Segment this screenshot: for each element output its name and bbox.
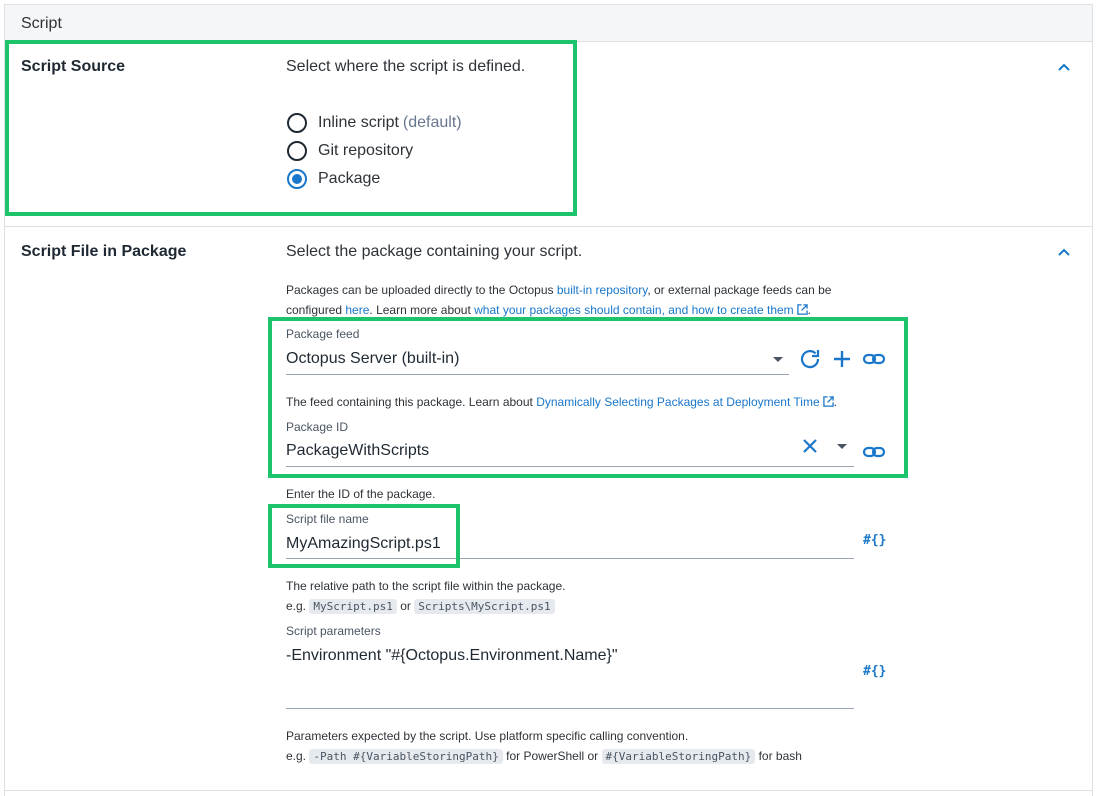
script-file-title: Script File in Package — [21, 243, 187, 260]
radio-package[interactable]: Package — [287, 168, 380, 190]
help-text: or — [400, 599, 411, 613]
section-title: Script — [21, 15, 62, 32]
help-text: Packages can be uploaded directly to the… — [286, 283, 557, 297]
script-file-name-help: The relative path to the script file wit… — [286, 579, 566, 593]
radio-label: Inline script — [318, 114, 399, 131]
help-text: . — [833, 395, 837, 409]
help-text: . — [807, 303, 812, 317]
insert-variable-button[interactable]: #{} — [863, 664, 886, 679]
radio-label: Git repository — [318, 142, 414, 159]
example-code: -Path #{VariableStoringPath} — [309, 749, 503, 764]
help-text: The feed containing this package. Learn … — [286, 395, 537, 409]
add-icon[interactable] — [830, 347, 854, 371]
built-in-repository-link[interactable]: built-in repository — [557, 283, 647, 297]
script-file-name-label: Script file name — [286, 512, 369, 526]
package-id-label: Package ID — [286, 420, 349, 434]
radio-inline-script[interactable]: Inline script (default) — [287, 112, 462, 134]
script-file-name-input[interactable]: MyAmazingScript.ps1 — [286, 535, 441, 553]
here-link[interactable]: here — [345, 303, 369, 317]
script-file-name-examples: e.g. MyScript.ps1 or Scripts\MyScript.ps… — [286, 596, 555, 617]
script-file-name-underline — [286, 558, 854, 559]
package-id-help: Enter the ID of the package. — [286, 487, 436, 501]
script-source-title: Script Source — [21, 58, 126, 75]
package-feed-select[interactable]: Octopus Server (built-in) — [286, 350, 459, 368]
link-icon[interactable] — [862, 440, 886, 464]
section-header: Script — [5, 5, 1092, 42]
help-text: . Learn more about — [369, 303, 475, 317]
example-code: Scripts\MyScript.ps1 — [414, 599, 555, 614]
radio-button-selected[interactable] — [287, 169, 307, 189]
package-id-input[interactable]: PackageWithScripts — [286, 442, 429, 460]
radio-label-suffix: (default) — [402, 114, 462, 131]
chevron-up-icon[interactable] — [1057, 60, 1071, 74]
radio-label: Package — [318, 170, 381, 187]
link-icon[interactable] — [862, 347, 886, 371]
row-divider — [5, 226, 1092, 227]
dynamic-packages-link[interactable]: Dynamically Selecting Packages at Deploy… — [536, 395, 819, 409]
dropdown-arrow-icon[interactable] — [766, 347, 790, 371]
dropdown-arrow-icon[interactable] — [830, 434, 854, 458]
example-code: MyScript.ps1 — [309, 599, 397, 614]
package-feed-underline — [286, 374, 789, 375]
script-file-description: Select the package containing your scrip… — [286, 243, 583, 260]
radio-button[interactable] — [287, 113, 307, 133]
package-id-underline — [286, 466, 854, 467]
package-feed-label: Package feed — [286, 327, 360, 341]
feed-help-text: The feed containing this package. Learn … — [286, 392, 886, 412]
help-text: e.g. — [286, 749, 307, 763]
insert-variable-button[interactable]: #{} — [863, 533, 886, 548]
script-source-description: Select where the script is defined. — [286, 58, 526, 75]
script-parameters-help: Parameters expected by the script. Use p… — [286, 729, 689, 743]
row-divider — [5, 790, 1092, 791]
radio-git-repository[interactable]: Git repository — [287, 140, 413, 162]
script-parameters-underline — [286, 708, 854, 709]
chevron-up-icon[interactable] — [1057, 245, 1071, 259]
script-parameters-label: Script parameters — [286, 624, 381, 638]
radio-button[interactable] — [287, 141, 307, 161]
help-text: e.g. — [286, 599, 307, 613]
external-link-icon — [796, 304, 808, 315]
external-link-icon — [822, 396, 834, 407]
refresh-icon[interactable] — [798, 347, 822, 371]
help-text: for bash — [758, 749, 802, 763]
help-text: for PowerShell or — [506, 749, 599, 763]
script-parameters-input[interactable]: -Environment "#{Octopus.Environment.Name… — [286, 647, 618, 665]
example-code: #{VariableStoringPath} — [601, 749, 756, 764]
packages-help-text: Packages can be uploaded directly to the… — [286, 280, 876, 320]
package-contents-link[interactable]: what your packages should contain, and h… — [474, 303, 794, 317]
clear-icon[interactable] — [798, 434, 822, 458]
script-parameters-examples: e.g. -Path #{VariableStoringPath} for Po… — [286, 746, 802, 767]
